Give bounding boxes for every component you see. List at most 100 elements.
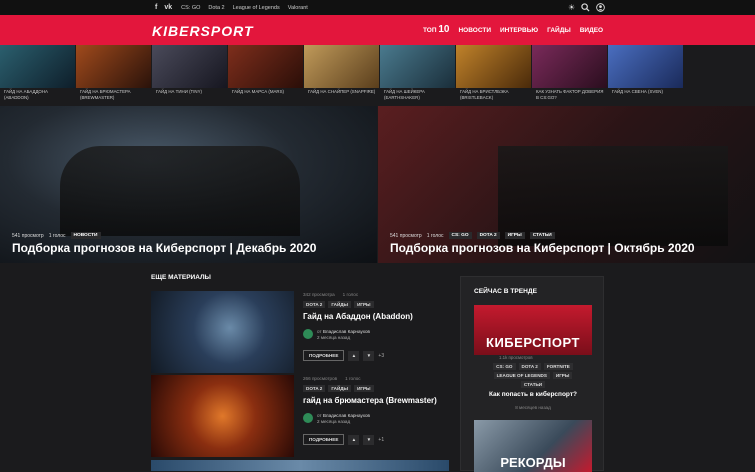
- article-actions: ПОДРОБНЕЕ ▲ ▼ +1: [303, 434, 384, 445]
- read-more-button[interactable]: ПОДРОБНЕЕ: [303, 350, 345, 361]
- article-author: от Владислав Карнаухов 2 месяца назад: [303, 329, 370, 341]
- strip-caption[interactable]: ГАЙД НА СВЕНА (SVEN): [608, 88, 683, 95]
- article-image[interactable]: [151, 291, 294, 373]
- hero-card-left[interactable]: 541 просмотр 1 голос НОВОСТИ Подборка пр…: [0, 106, 377, 263]
- search-icon[interactable]: [581, 3, 590, 12]
- strip-thumb[interactable]: [152, 45, 227, 88]
- top-tools: ☀: [568, 2, 605, 13]
- article-image[interactable]: [151, 375, 294, 457]
- trending-banner-text: РЕКОРДЫ: [500, 455, 566, 470]
- strip-card[interactable]: ГАЙД НА ШЕЙКЕРА (EARTHSHAKER): [380, 45, 455, 103]
- strip-thumb[interactable]: [228, 45, 303, 88]
- author-name[interactable]: Владислав Карнаухов: [323, 329, 370, 334]
- strip-thumb[interactable]: [380, 45, 455, 88]
- vote-count: 1 голос: [345, 376, 361, 381]
- article-author: от Владислав Карнаухов 2 месяца назад: [303, 413, 370, 425]
- trending-image[interactable]: КИБЕРСПОРТ: [474, 305, 592, 355]
- article-title[interactable]: гайд на брюмастера (Brewmaster): [303, 396, 437, 405]
- tag[interactable]: CS: GO: [493, 363, 516, 370]
- nav-news[interactable]: НОВОСТИ: [458, 27, 491, 34]
- tag[interactable]: DOTA 2: [518, 363, 541, 370]
- theme-icon[interactable]: ☀: [568, 2, 575, 13]
- nav-video[interactable]: ВИДЕО: [580, 27, 603, 34]
- next-article-preview[interactable]: [151, 460, 449, 471]
- game-link-lol[interactable]: League of Legends: [233, 5, 280, 11]
- tag[interactable]: СТАТЬИ: [529, 232, 555, 239]
- tag[interactable]: FORTNITE: [543, 363, 573, 370]
- read-more-button[interactable]: ПОДРОБНЕЕ: [303, 434, 345, 445]
- strip-card[interactable]: ГАЙД НА БРЮМАСТЕРА (BREWMASTER): [76, 45, 151, 103]
- user-icon[interactable]: [596, 3, 605, 12]
- game-links: CS: GO Dota 2 League of Legends Valorant: [181, 5, 308, 11]
- trending-article-title[interactable]: Как попасть в киберспорт?: [461, 391, 605, 398]
- strip-card[interactable]: ГАЙД НА БРИСТЛБЭКА (BRISTLEBACK): [456, 45, 531, 103]
- tag[interactable]: CS: GO: [448, 232, 472, 239]
- strip-caption[interactable]: ГАЙД НА БРИСТЛБЭКА (BRISTLEBACK): [456, 88, 531, 100]
- view-count: 266 просмотров: [303, 376, 338, 381]
- author-name[interactable]: Владислав Карнаухов: [323, 413, 370, 418]
- tag[interactable]: ИГРЫ: [354, 301, 374, 308]
- strip-card[interactable]: ГАЙД НА СВЕНА (SVEN): [608, 45, 683, 103]
- strip-thumb[interactable]: [76, 45, 151, 88]
- view-count: 342 просмотра: [303, 292, 335, 297]
- tag[interactable]: ГАЙДЫ: [328, 385, 352, 392]
- trending-tags: CS: GO DOTA 2 FORTNITE LEAGUE OF LEGENDS…: [485, 363, 581, 388]
- strip-caption[interactable]: ГАЙД НА АБАДДОНА (ABADDON): [0, 88, 75, 100]
- avatar: [303, 329, 313, 339]
- strip-card[interactable]: ГАЙД НА ТИНИ (TINY): [152, 45, 227, 103]
- vote-score: +3: [378, 352, 385, 359]
- hero-card-right[interactable]: 541 просмотр 1 голос CS: GO DOTA 2 ИГРЫ …: [378, 106, 755, 263]
- strip-card[interactable]: ГАЙД НА СНАЙПЕР (SNAPFIRE): [304, 45, 379, 103]
- trending-banner-text: КИБЕРСПОРТ: [486, 335, 580, 350]
- strip-card[interactable]: ГАЙД НА АБАДДОНА (ABADDON): [0, 45, 75, 103]
- tag[interactable]: ИГРЫ: [504, 232, 525, 239]
- tag[interactable]: ГАЙДЫ: [328, 301, 352, 308]
- strip-caption[interactable]: ГАЙД НА БРЮМАСТЕРА (BREWMASTER): [76, 88, 151, 100]
- section-title: ЕЩЕ МАТЕРИАЛЫ: [151, 274, 211, 281]
- strip-thumb[interactable]: [304, 45, 379, 88]
- article-stats: 266 просмотров 1 голос: [303, 376, 361, 381]
- hero-meta: 541 просмотр 1 голос CS: GO DOTA 2 ИГРЫ …: [390, 232, 555, 239]
- upvote-button[interactable]: ▲: [348, 350, 360, 361]
- strip-thumb[interactable]: [456, 45, 531, 88]
- strip-card[interactable]: ГАЙД НА МАРСА (MARS): [228, 45, 303, 103]
- downvote-button[interactable]: ▼: [363, 350, 375, 361]
- author-prefix: от: [317, 413, 322, 418]
- upvote-button[interactable]: ▲: [348, 434, 360, 445]
- strip-caption[interactable]: ГАЙД НА СНАЙПЕР (SNAPFIRE): [304, 88, 379, 95]
- facebook-icon[interactable]: f: [155, 4, 157, 11]
- tag[interactable]: ИГРЫ: [552, 372, 573, 379]
- hero-title[interactable]: Подборка прогнозов на Киберспорт | Декаб…: [12, 241, 316, 255]
- strip-caption[interactable]: КАК УЗНАТЬ ФАКТОР ДОВЕРИЯ В CS:GO?: [532, 88, 607, 100]
- site-logo[interactable]: KIBERSPORT: [152, 23, 254, 39]
- game-link-dota2[interactable]: Dota 2: [208, 5, 224, 11]
- strip-thumb[interactable]: [0, 45, 75, 88]
- nav-guides[interactable]: ГАЙДЫ: [547, 27, 571, 34]
- nav-interviews[interactable]: ИНТЕРВЬЮ: [500, 27, 538, 34]
- site-header: KIBERSPORT ТОП 10 НОВОСТИ ИНТЕРВЬЮ ГАЙДЫ…: [0, 15, 755, 45]
- tag[interactable]: ИГРЫ: [354, 385, 374, 392]
- vote-count: 1 голос: [342, 292, 359, 297]
- strip-thumb[interactable]: [608, 45, 683, 88]
- tag[interactable]: DOTA 2: [476, 232, 500, 239]
- hero-title[interactable]: Подборка прогнозов на Киберспорт | Октяб…: [390, 241, 695, 255]
- trending-image[interactable]: РЕКОРДЫ: [474, 420, 592, 472]
- strip-card[interactable]: КАК УЗНАТЬ ФАКТОР ДОВЕРИЯ В CS:GO?: [532, 45, 607, 103]
- tag[interactable]: LEAGUE OF LEGENDS: [493, 372, 550, 379]
- nav-top10-label: ТОП: [423, 27, 437, 34]
- downvote-button[interactable]: ▼: [363, 434, 375, 445]
- tag[interactable]: DOTA 2: [303, 385, 326, 392]
- tag[interactable]: СТАТЬИ: [520, 381, 546, 388]
- vk-icon[interactable]: vk: [164, 4, 172, 11]
- game-link-csgo[interactable]: CS: GO: [181, 5, 200, 11]
- article-title[interactable]: Гайд на Абаддон (Abaddon): [303, 312, 413, 321]
- nav-top10[interactable]: ТОП 10: [423, 24, 449, 35]
- hero-image: [60, 146, 300, 236]
- tag[interactable]: НОВОСТИ: [70, 232, 101, 239]
- strip-thumb[interactable]: [532, 45, 607, 88]
- tag[interactable]: DOTA 2: [303, 301, 326, 308]
- game-link-valorant[interactable]: Valorant: [288, 5, 308, 11]
- strip-caption[interactable]: ГАЙД НА МАРСА (MARS): [228, 88, 303, 95]
- strip-caption[interactable]: ГАЙД НА ТИНИ (TINY): [152, 88, 227, 95]
- strip-caption[interactable]: ГАЙД НА ШЕЙКЕРА (EARTHSHAKER): [380, 88, 455, 100]
